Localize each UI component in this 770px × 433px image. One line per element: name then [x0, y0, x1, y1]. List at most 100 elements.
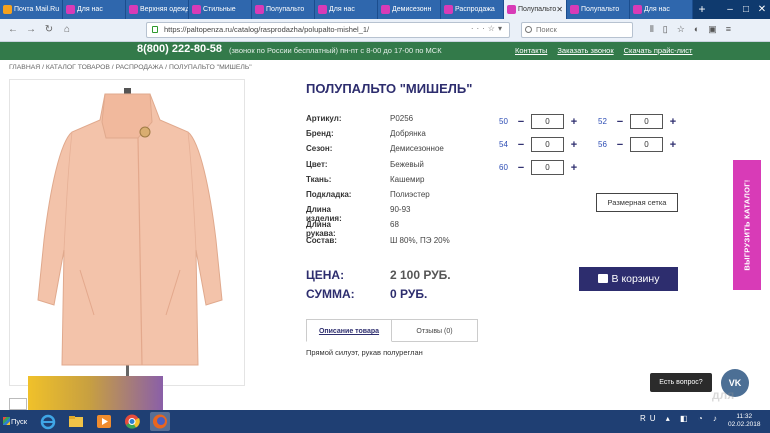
reload-icon[interactable]: ↻ — [42, 23, 56, 37]
decrement-icon[interactable]: − — [614, 139, 626, 151]
increment-icon[interactable]: + — [568, 116, 580, 128]
ask-question-bubble[interactable]: Есть вопрос? — [650, 373, 712, 392]
address-bar[interactable]: https://paltopenza.ru/catalog/rasprodazh… — [146, 22, 510, 38]
browser-tab[interactable]: Для нас — [630, 0, 693, 19]
increment-icon[interactable]: + — [568, 162, 580, 174]
browser-tab[interactable]: Для нас — [315, 0, 378, 19]
product-photo[interactable] — [9, 79, 245, 386]
tab-label: Полупальто — [581, 6, 620, 13]
spec-key: Бренд: — [306, 129, 334, 139]
size-selector: 56−0 + — [598, 137, 679, 152]
pocket-icon[interactable]: ▣ — [708, 24, 717, 35]
product-tabs: Описание товара Отзывы (0) — [306, 319, 478, 342]
sidebar-icon[interactable]: ▯ — [663, 24, 668, 35]
site-top-bar: 8(800) 222-80-58 (звонок по России беспл… — [0, 42, 770, 60]
windows-logo-icon — [3, 417, 10, 425]
quantity-input[interactable]: 0 — [630, 114, 663, 129]
back-icon[interactable]: ← — [6, 23, 20, 37]
firefox-icon[interactable] — [150, 412, 170, 431]
new-tab-button[interactable]: + — [693, 0, 711, 19]
product-title: ПОЛУПАЛЬТО "МИШЕЛЬ" — [306, 81, 473, 96]
clock-date: 02.02.2018 — [728, 421, 761, 428]
system-tray: RU ▴ ◧ ◔ ♪ — [640, 414, 721, 423]
search-icon — [525, 26, 532, 33]
browser-tab[interactable]: Для нас — [63, 0, 126, 19]
spec-value: Бежевый — [390, 159, 424, 169]
forward-icon[interactable]: → — [24, 23, 38, 37]
browser-tab[interactable]: Демисезонн — [378, 0, 441, 19]
tab-reviews[interactable]: Отзывы (0) — [392, 319, 478, 342]
spec-value: Полиэстер — [390, 189, 430, 199]
extension-icon[interactable]: ◐ — [694, 24, 699, 35]
start-button[interactable]: Пуск — [1, 413, 31, 430]
size-selector: 54−0 + — [499, 137, 580, 152]
increment-icon[interactable]: + — [568, 139, 580, 151]
chrome-icon[interactable] — [122, 412, 142, 431]
add-to-cart-button[interactable]: В корзину — [579, 267, 678, 291]
cart-icon — [597, 274, 608, 283]
tab-favicon-icon — [444, 5, 453, 14]
browser-tab[interactable]: Почта Mail.Ru — [0, 0, 63, 19]
decrement-icon[interactable]: − — [515, 116, 527, 128]
clock[interactable]: 11:32 02.02.2018 — [728, 413, 761, 429]
maximize-icon[interactable]: □ — [738, 0, 754, 19]
spec-key: Состав: — [306, 235, 337, 245]
breadcrumb[interactable]: ГЛАВНАЯ / КАТАЛОГ ТОВАРОВ / РАСПРОДАЖА /… — [9, 64, 252, 71]
thumbnail[interactable] — [9, 398, 27, 410]
top-links: Контакты Заказать звонок Скачать прайс-л… — [515, 46, 692, 55]
tab-favicon-icon — [381, 5, 390, 14]
quantity-input[interactable]: 0 — [630, 137, 663, 152]
spec-key: Артикул: — [306, 114, 342, 123]
contacts-link[interactable]: Контакты — [515, 46, 547, 55]
decrement-icon[interactable]: − — [515, 139, 527, 151]
download-catalog-button[interactable]: ВЫГРУЗИТЬ КАТАЛОГ! — [733, 160, 761, 290]
tray-lang[interactable]: RU — [640, 414, 660, 423]
quantity-input[interactable]: 0 — [531, 160, 564, 175]
phone-number[interactable]: 8(800) 222-80-58 — [137, 43, 222, 55]
product-description: Прямой силуэт, рукав полуреглан — [306, 348, 423, 357]
tab-label: Демисезонн — [392, 6, 432, 13]
browser-tab[interactable]: Полупальто — [252, 0, 315, 19]
taskbar: Пуск RU ▴ ◧ ◔ ♪ 11:32 02.02.2018 — [0, 410, 770, 433]
quantity-input[interactable]: 0 — [531, 114, 564, 129]
home-icon[interactable]: ⌂ — [60, 23, 74, 37]
browser-nav-bar: ← → ↻ ⌂ https://paltopenza.ru/catalog/ra… — [0, 19, 770, 42]
tab-favicon-icon — [66, 5, 75, 14]
library-icon[interactable]: ⫴ — [650, 24, 654, 35]
explorer-icon[interactable] — [66, 412, 86, 431]
tab-label: Почта Mail.Ru — [14, 6, 60, 13]
download-price-link[interactable]: Скачать прайс-лист — [624, 46, 693, 55]
decrement-icon[interactable]: − — [614, 116, 626, 128]
tab-close-icon[interactable]: ✕ — [556, 0, 563, 19]
ie-icon[interactable] — [38, 412, 58, 431]
browser-tab[interactable]: Стильные — [189, 0, 252, 19]
size-chart-button[interactable]: Размерная сетка — [596, 193, 678, 212]
size-label: 60 — [499, 163, 508, 172]
tray-icons[interactable]: ▴ ◧ ◔ ♪ — [666, 414, 721, 423]
media-player-icon[interactable] — [94, 412, 114, 431]
increment-icon[interactable]: + — [667, 139, 679, 151]
order-call-link[interactable]: Заказать звонок — [557, 46, 613, 55]
minimize-icon[interactable]: – — [722, 0, 738, 19]
spec-value: Демисезонное — [390, 144, 444, 154]
menu-icon[interactable]: ≡ — [726, 24, 731, 35]
bookmark-icon[interactable]: ☆ — [677, 24, 685, 35]
decrement-icon[interactable]: − — [515, 162, 527, 174]
tab-favicon-icon — [507, 5, 516, 14]
size-label: 52 — [598, 117, 607, 126]
download-catalog-label: ВЫГРУЗИТЬ КАТАЛОГ! — [742, 179, 752, 271]
start-label: Пуск — [11, 417, 28, 426]
spec-value: Ш 80%, ПЭ 20% — [390, 235, 450, 245]
search-box[interactable] — [521, 22, 633, 38]
browser-tab[interactable]: Полупальто ✕ — [504, 0, 567, 19]
search-input[interactable] — [536, 25, 628, 34]
tab-description[interactable]: Описание товара — [306, 319, 392, 342]
clock-time: 11:32 — [736, 413, 753, 420]
browser-tab[interactable]: Распродажа — [441, 0, 504, 19]
increment-icon[interactable]: + — [667, 116, 679, 128]
browser-tab[interactable]: Полупальто — [567, 0, 630, 19]
quantity-input[interactable]: 0 — [531, 137, 564, 152]
close-window-icon[interactable]: ✕ — [754, 0, 770, 19]
tab-favicon-icon — [318, 5, 327, 14]
browser-tab[interactable]: Верхняя одежда — [126, 0, 189, 19]
